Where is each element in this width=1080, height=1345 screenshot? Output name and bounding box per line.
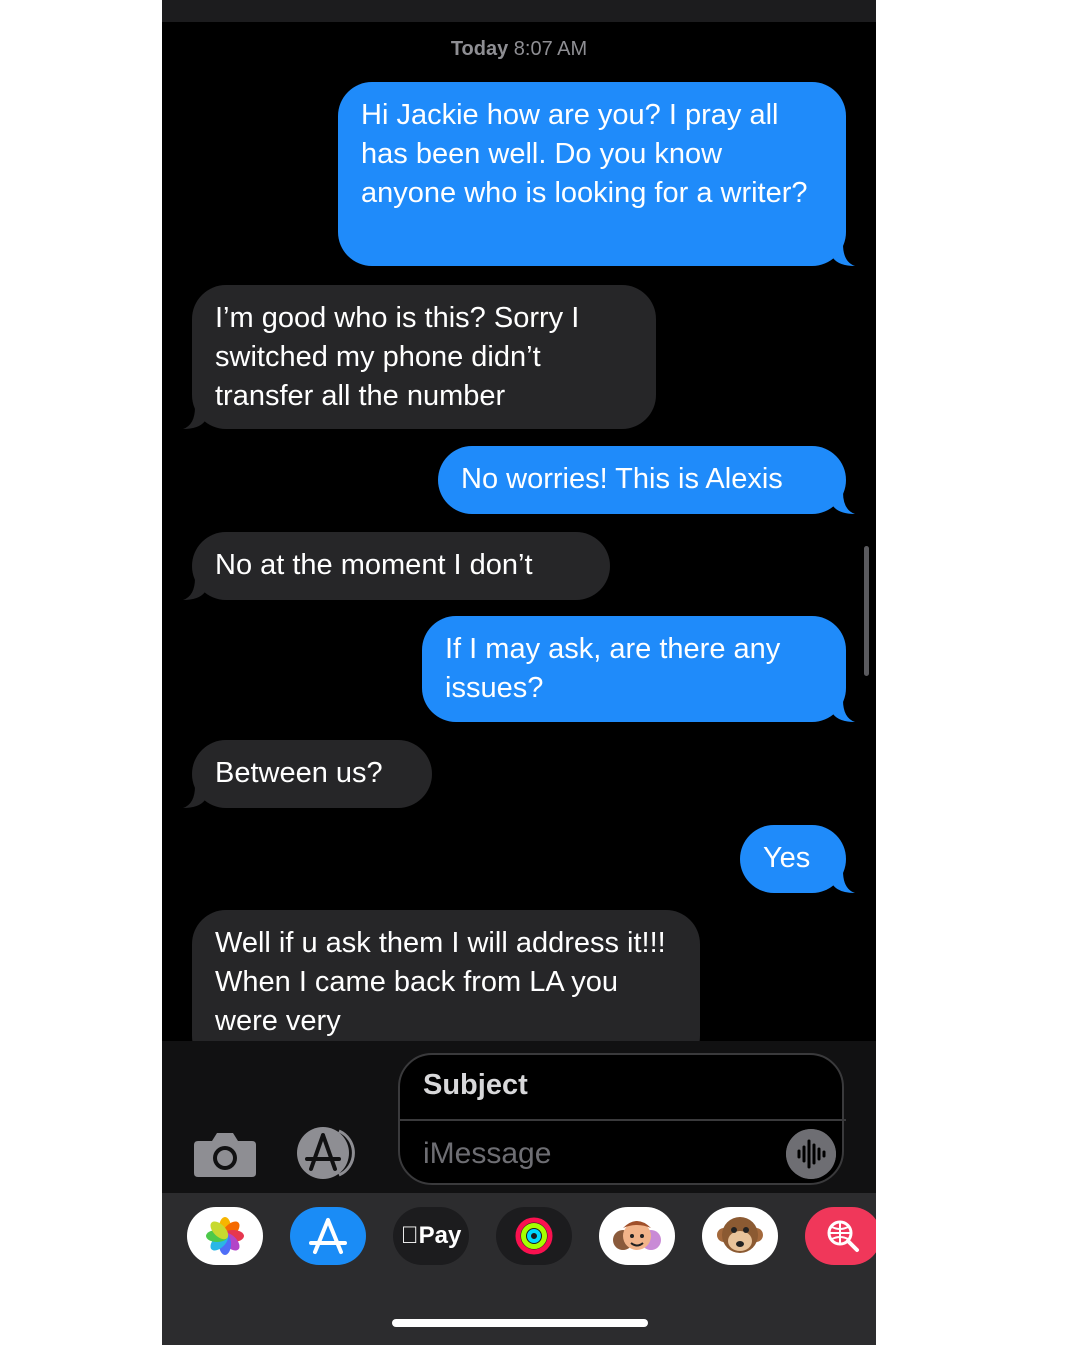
message-bubble-received[interactable]: Between us? bbox=[183, 740, 432, 808]
bubble-tail bbox=[833, 492, 855, 514]
bubble-tail bbox=[183, 786, 205, 808]
subject-field[interactable]: Subject bbox=[423, 1069, 528, 1102]
message-input-field[interactable]: Subject iMessage bbox=[398, 1053, 846, 1185]
app-store-a-icon bbox=[309, 1218, 347, 1254]
memoji-app-icon[interactable] bbox=[599, 1207, 675, 1265]
app-store-icon[interactable] bbox=[295, 1127, 365, 1179]
activity-rings-icon bbox=[515, 1217, 553, 1255]
bubble-tail bbox=[183, 578, 205, 600]
message-text: Hi Jackie how are you? I pray all has be… bbox=[361, 99, 808, 209]
timestamp-time: 8:07 AM bbox=[513, 38, 588, 60]
message-bubble-received[interactable]: I’m good who is this? Sorry I switched m… bbox=[183, 285, 656, 429]
web-images-app-icon[interactable] bbox=[805, 1207, 876, 1265]
message-bubble-sent[interactable]: If I may ask, are there any issues? bbox=[422, 616, 855, 722]
message-bubble-sent[interactable]: Yes bbox=[740, 825, 855, 893]
message-bubble-sent[interactable]: Hi Jackie how are you? I pray all has be… bbox=[338, 82, 855, 266]
message-bubble-sent[interactable]: No worries! This is Alexis bbox=[438, 446, 855, 514]
message-bubble-received[interactable]: No at the moment I don’t bbox=[183, 532, 610, 600]
photos-flower-icon bbox=[206, 1217, 244, 1255]
home-indicator[interactable] bbox=[392, 1319, 648, 1327]
imessage-field[interactable]: iMessage bbox=[423, 1137, 551, 1171]
message-text: Between us? bbox=[215, 757, 383, 789]
apple-pay-label: Pay bbox=[401, 1222, 462, 1249]
memoji-faces-icon bbox=[613, 1221, 661, 1250]
monkey-face-icon bbox=[717, 1217, 763, 1253]
bubble-tail bbox=[833, 700, 855, 722]
message-text: No worries! This is Alexis bbox=[461, 463, 783, 495]
bubble-tail bbox=[833, 871, 855, 893]
timestamp-day: Today bbox=[450, 38, 509, 60]
conversation-timestamp: Today 8:07 AM bbox=[162, 38, 876, 61]
animoji-monkey-app-icon[interactable] bbox=[702, 1207, 778, 1265]
apple-pay-app-icon[interactable]: Pay bbox=[393, 1207, 469, 1265]
waveform-icon[interactable] bbox=[786, 1129, 836, 1179]
camera-icon[interactable] bbox=[194, 1133, 256, 1177]
status-bar bbox=[162, 0, 876, 22]
app-drawer: Pay bbox=[162, 1193, 876, 1345]
compose-bar: Subject iMessage bbox=[162, 1041, 876, 1193]
field-divider bbox=[400, 1119, 846, 1121]
messages-screen: Today 8:07 AM Hi Jackie how are you? I p… bbox=[162, 0, 876, 1345]
photos-app-icon[interactable] bbox=[187, 1207, 263, 1265]
message-text: Well if u ask them I will address it!!! … bbox=[215, 927, 666, 1037]
message-text: If I may ask, are there any issues? bbox=[445, 633, 781, 704]
message-text: I’m good who is this? Sorry I switched m… bbox=[215, 302, 580, 412]
app-store-app-icon[interactable] bbox=[290, 1207, 366, 1265]
message-text: No at the moment I don’t bbox=[215, 549, 533, 581]
activity-app-icon[interactable] bbox=[496, 1207, 572, 1265]
bubble-tail bbox=[183, 407, 205, 429]
scrollbar[interactable] bbox=[864, 546, 869, 676]
bubble-tail bbox=[833, 244, 855, 266]
message-text: Yes bbox=[763, 842, 811, 874]
globe-search-icon bbox=[827, 1220, 859, 1252]
